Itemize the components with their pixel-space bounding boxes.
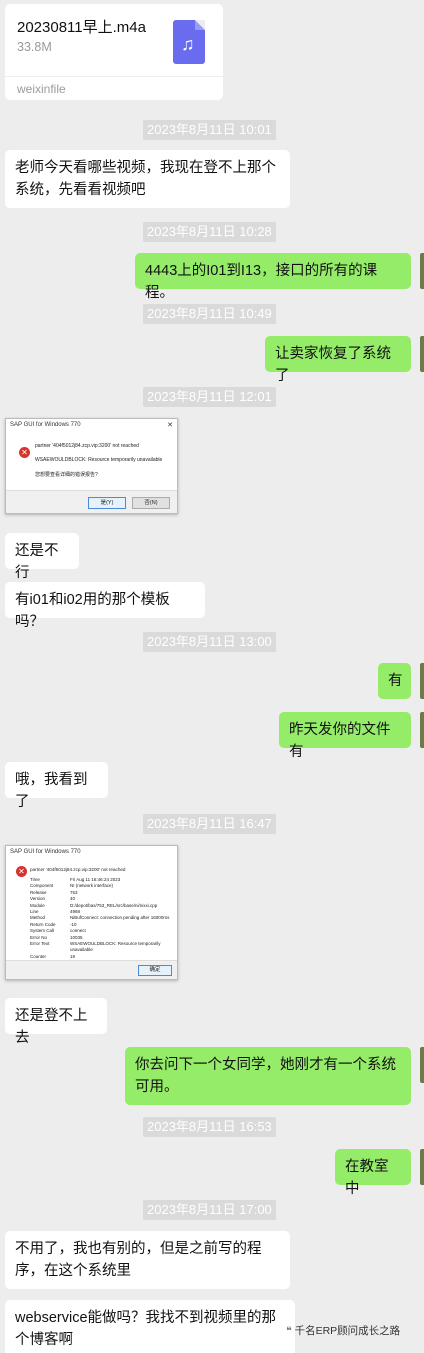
file-size: 33.8M [17, 40, 52, 54]
message-bubble-left[interactable]: 老师今天看哪些视频，我现在登不上那个系统，先看看视频吧 [5, 150, 290, 208]
dialog-text: 您想要查看详细的错误报告? [35, 472, 98, 478]
message-bubble-left[interactable]: webservice能做吗？我找不到视频里的那个博客啊 [5, 1300, 295, 1353]
detail-rows: Time Fri Aug 11 16:46:24 2023 Component NI… [30, 877, 170, 959]
message-bubble-left[interactable]: 还是登不上去 [5, 998, 107, 1046]
message-bubble-left[interactable]: 有i01和i02用的那个模板吗？ [5, 582, 205, 630]
message-bubble-right[interactable]: 昨天发你的文件有 [279, 712, 411, 760]
message-bubble-right[interactable]: 在教室中 [335, 1149, 411, 1197]
no-button[interactable]: 否(N) [132, 497, 170, 509]
timestamp: 2023年8月11日 10:28 [143, 222, 276, 242]
message-bubble-left[interactable]: 哦，我看到了 [5, 762, 108, 810]
file-source: weixinfile [17, 82, 66, 96]
avatar[interactable] [420, 1047, 424, 1083]
divider [5, 76, 223, 77]
avatar[interactable] [420, 336, 424, 372]
message-bubble-left[interactable]: 还是不行 [5, 533, 79, 581]
timestamp: 2023年8月11日 13:00 [143, 632, 276, 652]
ok-button[interactable]: 确定 [138, 965, 172, 976]
sap-error-dialog-image[interactable]: SAP GUI for Windows 770 ✕ ✕ partner '404… [5, 418, 178, 514]
avatar[interactable] [420, 1149, 424, 1185]
message-bubble-right[interactable]: 有 [378, 663, 411, 699]
watermark-text: 千名ERP顾问成长之路 [294, 1325, 401, 1337]
watermark: ❝ 千名ERP顾问成长之路 [286, 1323, 400, 1338]
file-name: 20230811早上.m4a [17, 19, 146, 36]
dialog-header-text: partner '404f5012j84.zcp.vip:3200' not r… [30, 867, 126, 872]
error-icon: ✕ [16, 866, 27, 877]
yes-button[interactable]: 是(Y) [88, 497, 126, 509]
avatar[interactable] [420, 712, 424, 748]
close-icon: ✕ [167, 422, 173, 429]
sap-error-detail-image[interactable]: SAP GUI for Windows 770 ✕ partner '404f5… [5, 845, 178, 980]
timestamp: 2023年8月11日 16:47 [143, 814, 276, 834]
music-note-icon: ♫ [173, 20, 205, 64]
dialog-title: SAP GUI for Windows 770 [10, 422, 81, 428]
message-bubble-left[interactable]: 不用了，我也有别的，但是之前写的程序，在这个系统里 [5, 1231, 290, 1289]
message-bubble-right[interactable]: 让卖家恢复了系统了 [265, 336, 411, 384]
file-message-card[interactable]: 20230811早上.m4a 33.8M ♫ weixinfile [5, 4, 223, 100]
timestamp: 2023年8月11日 16:53 [143, 1117, 276, 1137]
message-bubble-right[interactable]: 4443上的I01到I13，接口的所有的课程。 [135, 253, 411, 301]
dialog-text: partner '404f5012j84.zcp.vip:3200' not r… [35, 443, 139, 449]
avatar[interactable] [420, 663, 424, 699]
dialog-text: WSAEWOULDBLOCK: Resource temporarily una… [35, 457, 163, 463]
timestamp: 2023年8月11日 17:00 [143, 1200, 276, 1220]
message-bubble-right[interactable]: 你去问下一个女同学，她刚才有一个系统可用。 [125, 1047, 411, 1105]
dialog-title: SAP GUI for Windows 770 [10, 849, 81, 855]
timestamp: 2023年8月11日 12:01 [143, 387, 276, 407]
timestamp: 2023年8月11日 10:01 [143, 120, 276, 140]
error-icon: ✕ [19, 447, 30, 458]
wechat-icon: ❝ [286, 1325, 292, 1337]
timestamp: 2023年8月11日 10:49 [143, 304, 276, 324]
avatar[interactable] [420, 253, 424, 289]
